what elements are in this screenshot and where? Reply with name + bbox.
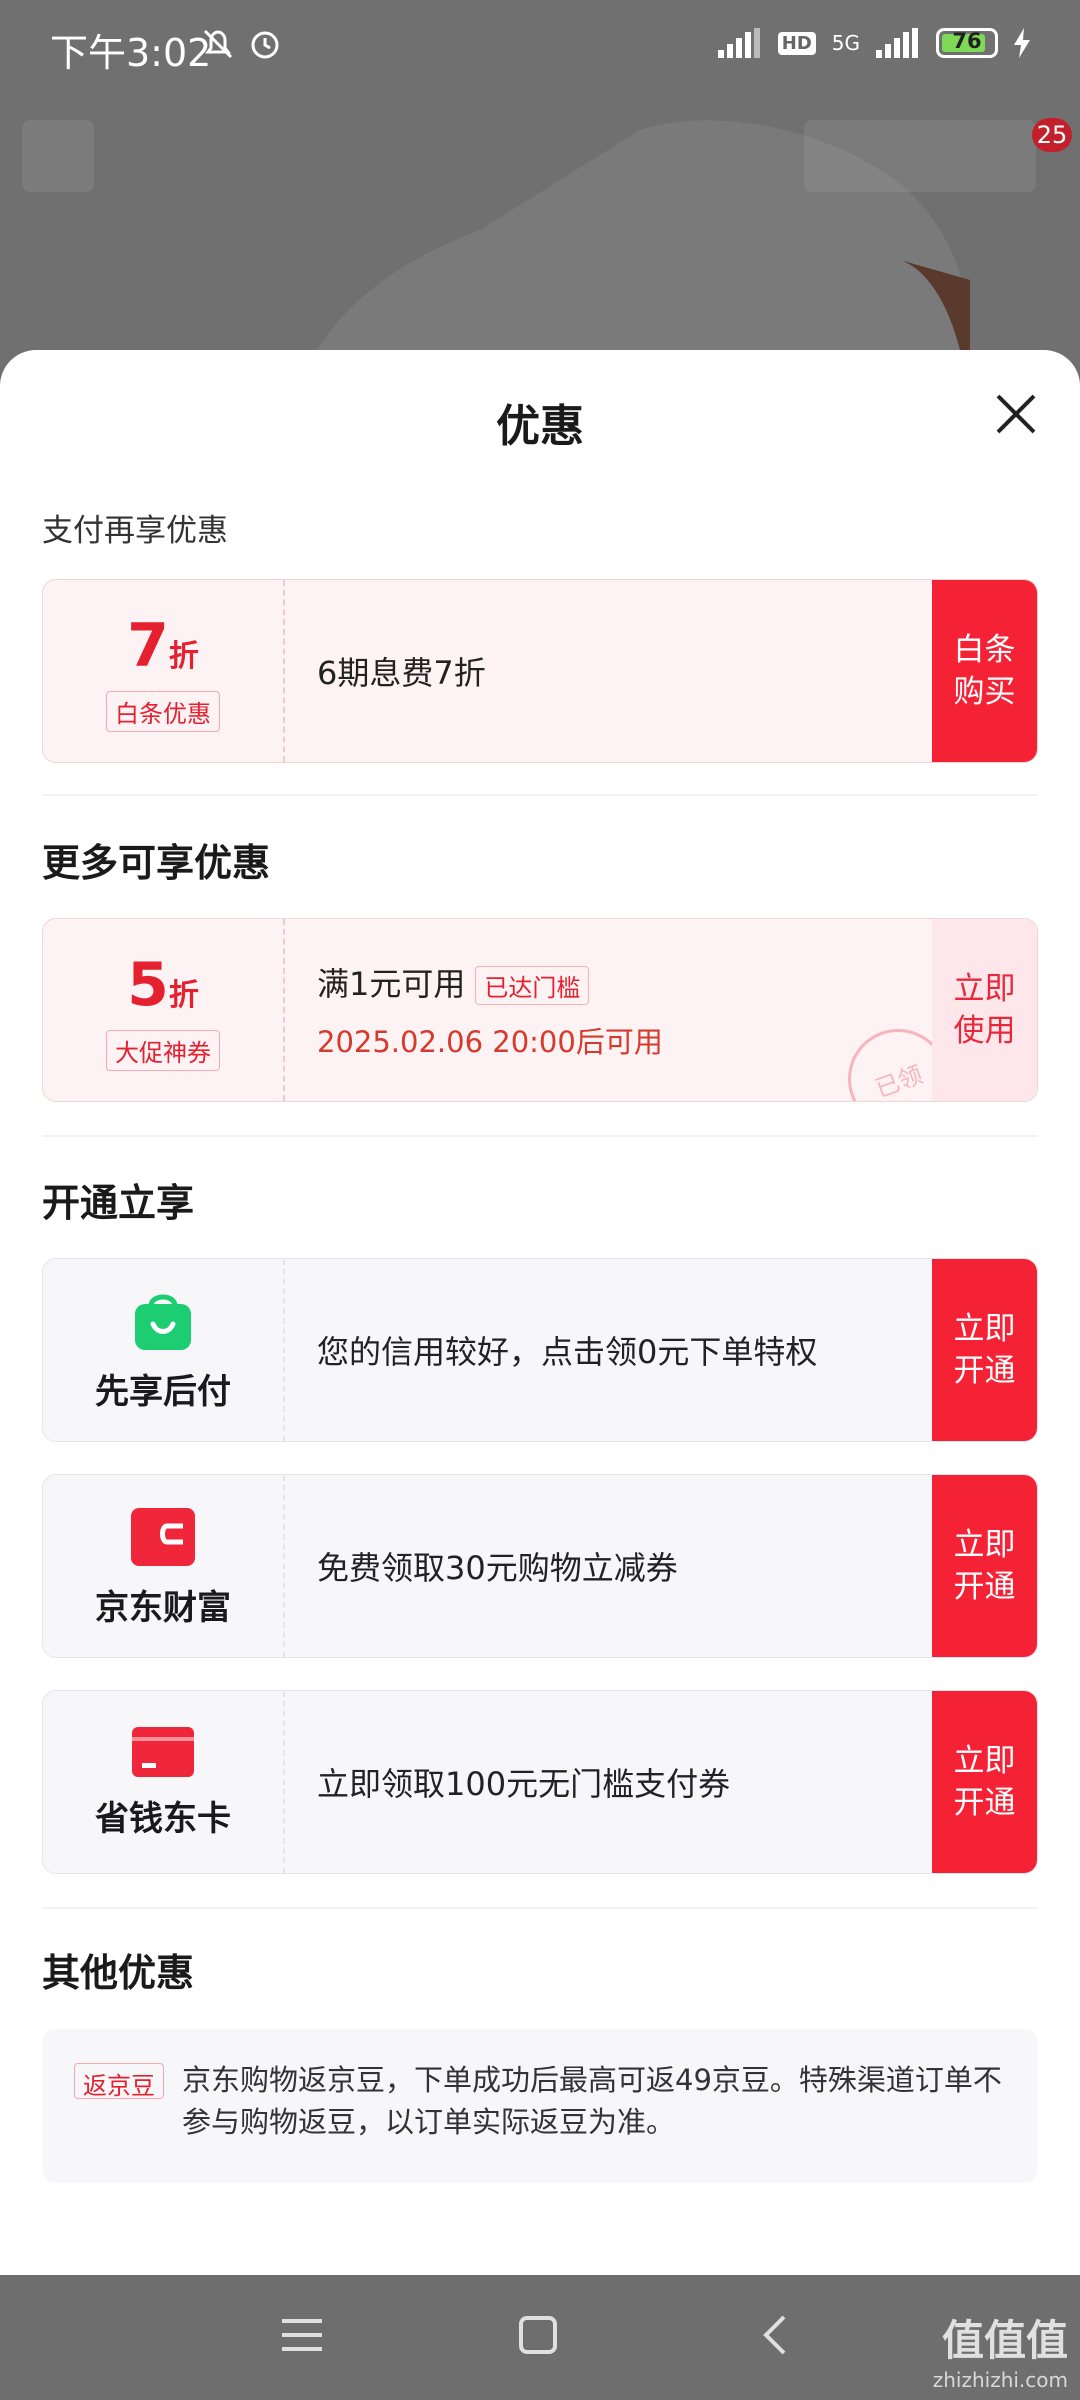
wallet-icon	[131, 1507, 195, 1566]
discount-block: 5折 大促神券	[43, 919, 285, 1101]
discount-value: 5折	[127, 949, 199, 1020]
offer-text: 满1元可用 已达门槛	[317, 959, 932, 1006]
watermark: 值值值 zhizhizhi.com	[932, 2316, 1068, 2392]
section-other-title: 其他优惠	[42, 1951, 195, 1995]
divider	[42, 794, 1038, 796]
jingdou-text: 京东购物返京豆，下单成功后最高可返49京豆。特殊渠道订单不参与购物返豆，以订单实…	[182, 2063, 1002, 2139]
hd-icon: HD	[777, 31, 816, 55]
offer-info: 免费领取30元购物立减券	[317, 1549, 678, 1587]
network-type: 5G	[831, 31, 860, 55]
back-button[interactable]	[22, 120, 94, 192]
offer-info: 6期息费7折	[285, 580, 932, 762]
service-brand: 先享后付	[43, 1259, 285, 1441]
offer-text: 6期息费7折	[317, 654, 486, 692]
offer-available-time: 2025.02.06 20:00后可用	[317, 1025, 663, 1060]
battery-level: 76	[952, 29, 982, 53]
offer-info: 满1元可用 已达门槛 2025.02.06 20:00后可用	[285, 919, 932, 1101]
status-notification-icons	[200, 26, 283, 71]
mute-bell-icon	[203, 29, 233, 59]
sheet-title: 优惠	[496, 401, 584, 452]
service-brand: 省钱东卡	[43, 1691, 285, 1873]
signal-icon	[717, 28, 760, 58]
discount-block: 7折 白条优惠	[43, 580, 285, 762]
signal-icon-2	[876, 28, 918, 58]
threshold-tag: 已达门槛	[475, 966, 590, 1006]
discount-tag: 白条优惠	[106, 690, 220, 732]
divider	[42, 1135, 1038, 1137]
charging-icon	[1014, 28, 1030, 58]
divider	[42, 1907, 1038, 1909]
system-nav-bar: 值值值 zhizhizhi.com	[0, 2275, 1080, 2400]
service-brand: 京东财富	[43, 1475, 285, 1657]
section-more-title: 更多可享优惠	[42, 841, 271, 885]
offer-info: 您的信用较好，点击领0元下单特权	[317, 1333, 818, 1371]
coupon-offer-card[interactable]: 5折 大促神券 满1元可用 已达门槛 2025.02.06 20:00后可用 已领…	[42, 918, 1038, 1102]
discount-value: 7折	[127, 610, 199, 681]
section-open-title: 开通立享	[42, 1181, 195, 1225]
home-icon[interactable]	[518, 2315, 558, 2355]
discount-tag: 大促神券	[106, 1029, 220, 1071]
card-icon	[132, 1726, 194, 1777]
status-time: 下午3:02	[50, 31, 212, 75]
menu-icon[interactable]	[282, 2315, 322, 2355]
status-right: HD 5G 76	[717, 28, 1030, 58]
use-now-button[interactable]: 立即 使用	[932, 919, 1037, 1101]
header-actions[interactable]	[804, 120, 1036, 192]
section-pay-title: 支付再享优惠	[42, 513, 228, 549]
status-bar: 下午3:02 HD 5G 76	[0, 0, 1080, 90]
battery-icon: 76	[936, 28, 998, 58]
open-now-button[interactable]: 立即 开通	[932, 1691, 1037, 1873]
open-now-button[interactable]: 立即 开通	[932, 1475, 1037, 1657]
shopping-bag-icon	[135, 1294, 191, 1350]
back-nav-icon[interactable]	[756, 2315, 796, 2355]
baitiao-offer-card[interactable]: 7折 白条优惠 6期息费7折 白条 购买	[42, 579, 1038, 763]
service-card-dongka[interactable]: 省钱东卡 立即领取100元无门槛支付券 立即 开通	[42, 1690, 1038, 1874]
open-now-button[interactable]: 立即 开通	[932, 1259, 1037, 1441]
service-card-xianxiang[interactable]: 先享后付 您的信用较好，点击领0元下单特权 立即 开通	[42, 1258, 1038, 1442]
offers-sheet: 优惠 支付再享优惠 7折 白条优惠 6期息费7折 白条 购买 更多可享优惠 5折 …	[0, 350, 1080, 2275]
service-card-jdcaifu[interactable]: 京东财富 免费领取30元购物立减券 立即 开通	[42, 1474, 1038, 1658]
jingdou-offer: 返京豆 京东购物返京豆，下单成功后最高可返49京豆。特殊渠道订单不参与购物返豆，…	[42, 2029, 1038, 2183]
jingdou-tag: 返京豆	[74, 2063, 164, 2100]
cart-count-badge: 25	[1032, 118, 1072, 152]
offer-info: 立即领取100元无门槛支付券	[317, 1765, 731, 1803]
close-icon[interactable]	[992, 390, 1040, 438]
baitiao-buy-button[interactable]: 白条 购买	[932, 580, 1037, 762]
alarm-icon	[251, 31, 279, 59]
